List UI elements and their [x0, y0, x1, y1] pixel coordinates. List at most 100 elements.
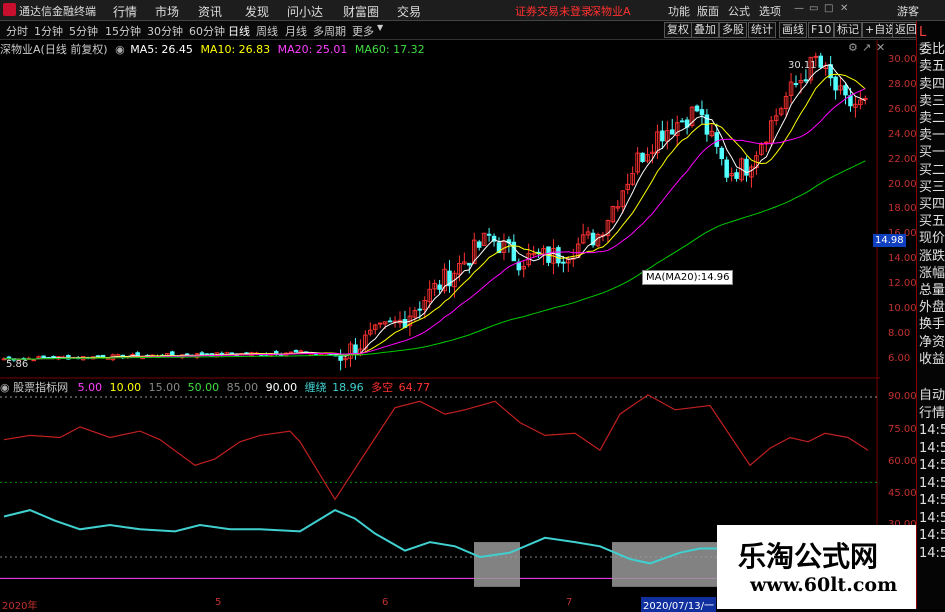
- high-price-label: 30.11: [788, 60, 817, 71]
- settings-icon[interactable]: ◉: [115, 43, 125, 56]
- maximize-icon[interactable]: □: [824, 3, 833, 14]
- tick-time[interactable]: 14:50: [919, 476, 945, 491]
- ma20-label: MA20: 25.01: [277, 43, 348, 56]
- price-tick: 26.00: [888, 103, 917, 115]
- restore-icon[interactable]: ▭: [809, 3, 818, 14]
- tab-5min[interactable]: 5分钟: [69, 23, 98, 39]
- menu-market-quotes[interactable]: 行情: [113, 3, 137, 20]
- tab-15min[interactable]: 15分钟: [105, 23, 141, 39]
- quote-field[interactable]: 现价: [919, 232, 945, 246]
- menu-news[interactable]: 资讯: [198, 3, 222, 20]
- time-label-july: 7: [566, 597, 573, 608]
- app-logo-icon: [3, 3, 16, 16]
- guest-label[interactable]: 游客: [897, 3, 919, 19]
- candle-body: [640, 152, 645, 162]
- expand-icon[interactable]: ↗: [862, 41, 871, 54]
- quote-field[interactable]: 买五: [919, 215, 945, 229]
- candle-body: [95, 355, 101, 358]
- tab-1min[interactable]: 1分钟: [34, 23, 63, 39]
- minimize-icon[interactable]: —: [794, 3, 804, 14]
- tab-weekly[interactable]: 周线: [256, 23, 278, 39]
- price-tick: 8.00: [888, 327, 911, 339]
- tab-daily[interactable]: 日线: [228, 23, 250, 39]
- multi-stock-button[interactable]: 多股: [719, 22, 747, 38]
- chart-info-bar: 深物业A(日线 前复权) ◉ MA5: 26.45 MA10: 26.83 MA…: [0, 41, 425, 57]
- price-tick: 18.00: [888, 203, 917, 215]
- tab-30min[interactable]: 30分钟: [147, 23, 183, 39]
- tick-time[interactable]: 14:50: [919, 441, 945, 456]
- close-icon[interactable]: ✕: [840, 3, 848, 14]
- menu-wealth[interactable]: 财富圈: [343, 3, 379, 20]
- quote-field[interactable]: 涨幅: [919, 266, 945, 281]
- quote-field[interactable]: 卖四: [919, 77, 945, 92]
- candle-body: [734, 172, 739, 179]
- quote-field[interactable]: 净资: [919, 335, 945, 350]
- quote-field[interactable]: 涨跌: [919, 249, 945, 264]
- tab-more[interactable]: 更多: [352, 23, 374, 39]
- candle-body: [660, 130, 665, 142]
- quote-field[interactable]: 换手: [919, 318, 945, 332]
- statistics-button[interactable]: 统计: [748, 22, 776, 38]
- tick-time[interactable]: 自动: [919, 389, 945, 403]
- f10-button[interactable]: F10: [808, 22, 835, 38]
- indicator-info-bar: ◉ 股票指标网 5.00 10.00 15.00 50.00 85.00 90.…: [0, 379, 430, 395]
- quote-field[interactable]: L: [919, 26, 926, 40]
- tab-multi-period[interactable]: 多周期: [313, 23, 346, 39]
- menu-assistant[interactable]: 问小达: [287, 3, 323, 20]
- quote-field[interactable]: 买四: [919, 198, 945, 212]
- quote-field[interactable]: 卖三: [919, 94, 945, 109]
- quote-field[interactable]: 卖一: [919, 129, 945, 143]
- price-tick: 28.00: [888, 78, 917, 90]
- menu-formula[interactable]: 公式: [728, 3, 750, 19]
- menu-discover[interactable]: 发现: [245, 3, 269, 20]
- indicator-tick: 90.00: [888, 391, 917, 402]
- ma10-line: [3, 73, 866, 360]
- close-pane-icon[interactable]: ✕: [876, 41, 885, 54]
- draw-line-button[interactable]: 画线: [779, 22, 807, 38]
- tick-time[interactable]: 14:50: [919, 494, 945, 508]
- more-dropdown-icon[interactable]: ▼: [377, 23, 383, 32]
- quote-field[interactable]: 卖五: [919, 60, 945, 74]
- quote-field[interactable]: 外盘: [919, 301, 945, 315]
- price-tick: 24.00: [888, 128, 917, 140]
- indicator-value-6: 90.00: [265, 381, 298, 394]
- tick-time[interactable]: 14:50: [919, 459, 945, 473]
- candle-body: [486, 233, 492, 236]
- tick-time[interactable]: 14:50: [919, 529, 945, 543]
- menu-functions[interactable]: 功能: [668, 3, 690, 19]
- quote-field[interactable]: 总量: [919, 284, 945, 298]
- indicator-value-3: 15.00: [148, 381, 181, 394]
- tab-60min[interactable]: 60分钟: [189, 23, 225, 39]
- tab-intraday[interactable]: 分时: [6, 23, 28, 39]
- menu-layout[interactable]: 版面: [697, 3, 719, 19]
- candle-body: [833, 76, 838, 91]
- candle-body: [467, 262, 472, 266]
- indicator-name[interactable]: 股票指标网: [13, 381, 68, 394]
- quote-field[interactable]: 收益: [919, 352, 945, 367]
- time-label-june: 6: [382, 597, 389, 608]
- candle-body: [476, 241, 482, 248]
- chart-area[interactable]: [0, 40, 916, 609]
- menu-trade[interactable]: 交易: [397, 3, 421, 20]
- quote-field[interactable]: 买三: [919, 180, 945, 195]
- tick-time[interactable]: 14:50: [919, 424, 945, 438]
- tick-time[interactable]: 14:50: [919, 546, 945, 561]
- tick-time[interactable]: 行情: [919, 406, 945, 421]
- mark-button[interactable]: 标记: [834, 22, 862, 38]
- menu-options[interactable]: 选项: [759, 3, 781, 19]
- candle-body: [511, 241, 517, 262]
- indicator-value-2: 10.00: [109, 381, 142, 394]
- quote-field[interactable]: 买二: [919, 163, 945, 178]
- tick-time[interactable]: 14:50: [919, 511, 945, 526]
- tab-monthly[interactable]: 月线: [285, 23, 307, 39]
- overlay-button[interactable]: 叠加: [691, 22, 719, 38]
- quote-field[interactable]: 买一: [919, 146, 945, 160]
- login-warning[interactable]: 证券交易未登录: [515, 3, 592, 19]
- watermark-url: www.60lt.com: [750, 574, 898, 596]
- quote-field[interactable]: 卖二: [919, 112, 945, 126]
- settings-gear-icon[interactable]: ⚙: [848, 41, 858, 54]
- indicator-settings-icon[interactable]: ◉: [0, 381, 10, 394]
- adjust-button[interactable]: 复权: [664, 22, 692, 38]
- menu-market[interactable]: 市场: [155, 3, 179, 20]
- quote-field[interactable]: 委比: [919, 43, 945, 57]
